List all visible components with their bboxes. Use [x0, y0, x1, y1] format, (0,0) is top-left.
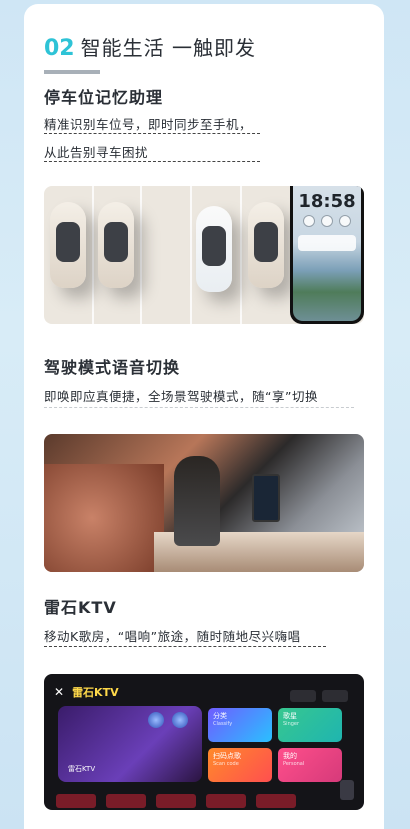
feature-title-drive-mode: 驾驶模式语音切换 [44, 358, 181, 377]
center-display [252, 474, 280, 522]
tile-singer[interactable]: 歌星 Singer [278, 708, 342, 742]
feature-title-parking: 停车位记忆助理 [44, 88, 164, 107]
ktv-logo: 雷石KTV [72, 686, 119, 699]
dashed-divider [44, 646, 326, 647]
parking-notification [298, 235, 356, 251]
feature-desc-parking-2: 从此告别寻车困扰 [44, 145, 149, 160]
microphone-icon [148, 712, 164, 728]
search-icon[interactable] [290, 690, 316, 702]
feature-desc-parking-1: 精准识别车位号，即时同步至手机， [44, 117, 253, 132]
feature-desc-drive-mode: 即唤即应真便捷，全场景驾驶模式，随“享”切换 [44, 389, 318, 404]
parked-car [98, 202, 134, 288]
highlighted-car [196, 206, 232, 292]
mv-button[interactable] [322, 690, 348, 702]
ktv-app-screenshot: ✕ 雷石KTV 雷石KTV 分类 Classify 歌星 Singer 扫码点歌 Sc… [44, 674, 364, 810]
ktv-hero-banner[interactable]: 雷石KTV [58, 706, 202, 782]
parked-car [50, 202, 86, 288]
queue-icon[interactable] [340, 780, 354, 800]
phone-mockup: 18:58 [290, 186, 364, 324]
phone-screen: 18:58 [293, 186, 361, 321]
hero-label: 雷石KTV [68, 765, 96, 773]
ktv-top-actions [290, 690, 348, 702]
feature-card: 02 智能生活 一触即发 停车位记忆助理 精准识别车位号，即时同步至手机， 从此… [24, 4, 384, 829]
car-interior-image [44, 434, 364, 572]
dashed-divider [44, 133, 260, 134]
microphone-icon [172, 712, 188, 728]
tile-classify[interactable]: 分类 Classify [208, 708, 272, 742]
tile-scan-code[interactable]: 扫码点歌 Scan code [208, 748, 272, 782]
phone-clock: 18:58 [298, 191, 356, 212]
section-header: 02 智能生活 一触即发 [44, 32, 256, 61]
lockscreen-widgets [303, 215, 351, 227]
driver-figure [174, 456, 220, 546]
parking-image: 18:58 [44, 186, 364, 324]
tile-personal[interactable]: 我的 Personal [278, 748, 342, 782]
section-title: 智能生活 一触即发 [80, 36, 256, 60]
parked-car [248, 202, 284, 288]
feature-desc-ktv: 移动K歌房，“唱响”旅途，随时随地尽兴嗨唱 [44, 629, 301, 644]
close-icon[interactable]: ✕ [54, 685, 64, 699]
feature-title-ktv: 雷石KTV [44, 598, 117, 617]
quilted-seat [44, 464, 164, 572]
dashed-divider [44, 161, 260, 162]
section-number: 02 [44, 36, 75, 61]
header-underline [44, 70, 100, 74]
dashed-divider [44, 407, 354, 408]
song-thumbnails [56, 794, 296, 808]
